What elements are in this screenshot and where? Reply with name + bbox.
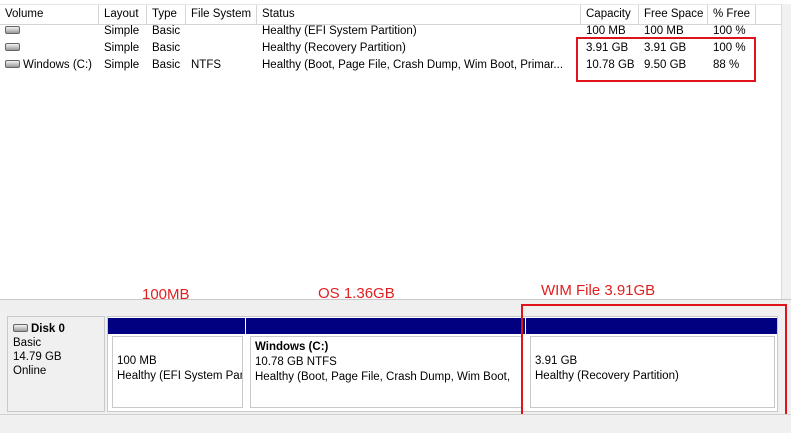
volume-layout: Simple xyxy=(104,42,140,54)
column-header-layout[interactable]: Layout xyxy=(99,5,147,24)
partition-efi[interactable]: 100 MB Healthy (EFI System Par xyxy=(108,318,245,410)
volume-drive-icon xyxy=(5,59,20,68)
volume-status: Healthy (Boot, Page File, Crash Dump, Wi… xyxy=(262,59,564,71)
disk-name: Disk 0 xyxy=(31,323,65,335)
vertical-scrollbar[interactable] xyxy=(781,4,791,299)
volume-name: Windows (C:) xyxy=(23,59,93,71)
annotation-box-capacity xyxy=(576,37,756,82)
column-header-free-space[interactable]: Free Space xyxy=(639,5,708,24)
disk-info-panel[interactable]: Disk 0 Basic 14.79 GB Online xyxy=(7,316,105,412)
column-header-status[interactable]: Status xyxy=(257,5,581,24)
annotation-wim-size: WIM File 3.91GB xyxy=(541,282,656,299)
partition-size: 100 MB xyxy=(117,355,157,367)
partition-body: 100 MB Healthy (EFI System Par xyxy=(112,336,243,408)
column-header-file-system[interactable]: File System xyxy=(186,5,257,24)
volume-file-system xyxy=(186,23,257,40)
column-header-capacity[interactable]: Capacity xyxy=(581,5,639,24)
disk-icon xyxy=(13,323,28,332)
volume-name-cell xyxy=(0,40,99,57)
partition-size: 10.78 GB NTFS xyxy=(255,356,337,368)
volume-type: Basic xyxy=(152,59,181,71)
volume-type: Basic xyxy=(152,25,181,37)
volume-drive-icon xyxy=(5,25,20,34)
volume-name-cell: Windows (C:) xyxy=(0,57,99,74)
column-header-type[interactable]: Type xyxy=(147,5,186,24)
volume-layout: Simple xyxy=(104,25,140,37)
volume-type: Basic xyxy=(152,42,181,54)
volume-layout: Simple xyxy=(104,59,140,71)
volume-drive-icon xyxy=(5,42,20,51)
annotation-box-recovery xyxy=(521,304,787,425)
disk-state: Online xyxy=(13,365,47,377)
disk-type: Basic xyxy=(13,337,42,349)
partition-bar xyxy=(108,318,245,334)
partition-status: Healthy (Boot, Page File, Crash Dump, Wi… xyxy=(255,371,511,383)
partition-bar xyxy=(246,318,525,334)
partition-body: Windows (C:) 10.78 GB NTFS Healthy (Boot… xyxy=(250,336,523,408)
volume-status: Healthy (EFI System Partition) xyxy=(262,25,417,37)
volume-file-system xyxy=(186,40,257,57)
partition-status: Healthy (EFI System Par xyxy=(117,370,243,382)
volume-name-cell xyxy=(0,23,99,40)
column-header-row: Volume Layout Type File System Status Ca… xyxy=(0,4,781,25)
disk-size: 14.79 GB xyxy=(13,351,62,363)
volume-status: Healthy (Recovery Partition) xyxy=(262,42,406,54)
volume-file-system: NTFS xyxy=(191,59,222,71)
column-header-volume[interactable]: Volume xyxy=(0,5,99,24)
column-header-percent-free[interactable]: % Free xyxy=(708,5,756,24)
partition-name: Windows (C:) xyxy=(255,341,329,353)
partition-windows[interactable]: Windows (C:) 10.78 GB NTFS Healthy (Boot… xyxy=(246,318,525,410)
status-bar xyxy=(0,414,791,433)
